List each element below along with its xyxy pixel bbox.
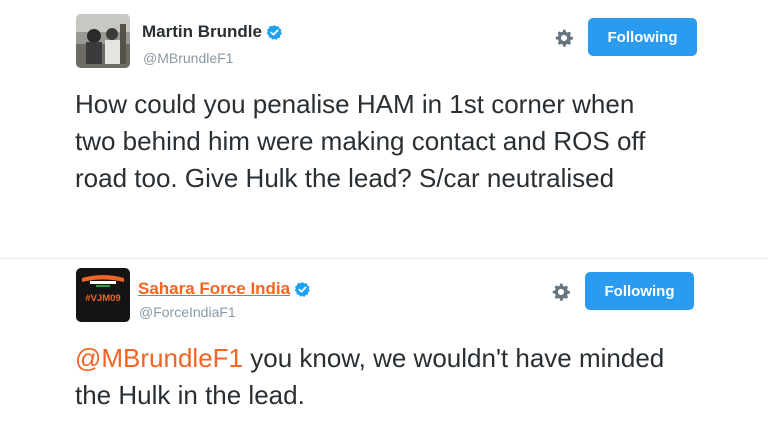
tweet-sahara-force-india: #VJM09 Sahara Force India @ForceIndiaF1 … [0,258,768,432]
author-name-row: Sahara Force India [138,279,311,299]
avatar-photo [76,14,130,68]
author-name-row: Martin Brundle [142,22,283,42]
avatar[interactable]: #VJM09 [76,268,130,322]
gear-icon[interactable] [551,282,571,302]
author-name[interactable]: Sahara Force India [138,279,290,299]
mention-link[interactable]: @MBrundleF1 [75,343,243,373]
avatar[interactable] [76,14,130,68]
tweet-text: How could you penalise HAM in 1st corner… [75,89,646,193]
following-button[interactable]: Following [585,272,694,310]
verified-badge-icon [266,24,282,40]
author-name[interactable]: Martin Brundle [142,22,262,42]
author-handle[interactable]: @MBrundleF1 [143,50,233,66]
avatar-label: #VJM09 [85,293,120,304]
tweet-text: @MBrundleF1 you know, we wouldn't have m… [75,340,675,414]
verified-badge-icon [294,281,311,297]
gear-icon[interactable] [554,28,574,48]
force-india-logo: #VJM09 [76,268,130,322]
following-button[interactable]: Following [588,18,697,56]
author-handle[interactable]: @ForceIndiaF1 [139,304,236,320]
tweet-martin-brundle: Martin Brundle @MBrundleF1 Following How… [0,0,768,258]
